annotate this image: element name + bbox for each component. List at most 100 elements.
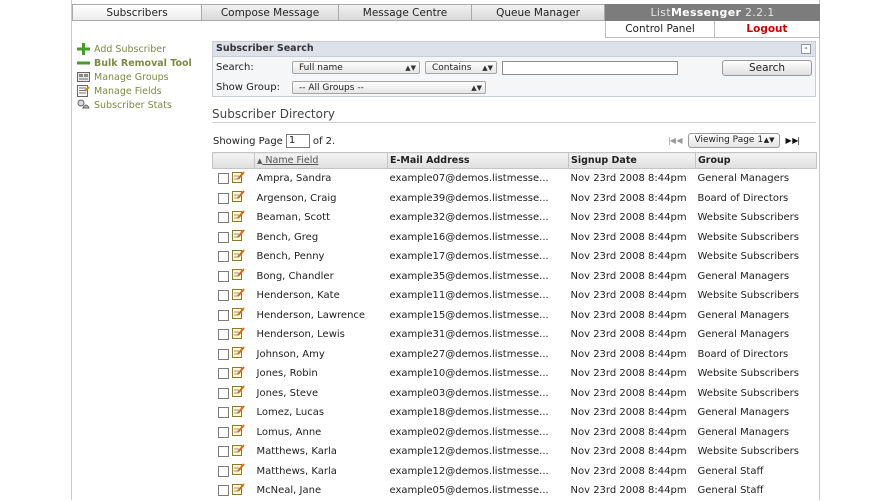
signup-date: Nov 23rd 2008 8:44pm	[570, 446, 687, 458]
row-checkbox[interactable]	[217, 348, 229, 360]
edit-icon[interactable]	[231, 405, 246, 417]
sidebar-item-label: Manage Groups	[94, 71, 169, 83]
edit-icon[interactable]	[231, 444, 246, 456]
control-panel-link[interactable]: Control Panel	[605, 21, 715, 38]
sidebar-item-manage-groups[interactable]: Manage Groups	[77, 70, 207, 84]
row-checkbox[interactable]	[217, 407, 229, 419]
row-checkbox[interactable]	[217, 212, 229, 224]
edit-icon[interactable]	[231, 171, 246, 183]
subscriber-email: example12@demos.listmesse...	[389, 446, 549, 458]
subscriber-name: Argenson, Craig	[256, 192, 337, 204]
row-checkbox[interactable]	[217, 446, 229, 458]
edit-icon[interactable]	[231, 346, 246, 359]
row-actions-cell	[213, 481, 255, 501]
row-checkbox[interactable]	[217, 387, 229, 399]
page-number-input[interactable]: 1	[285, 134, 310, 148]
subscriber-name: Matthews, Karla	[256, 465, 337, 477]
stats-icon	[77, 99, 90, 111]
edit-icon[interactable]	[231, 424, 246, 437]
table-row[interactable]: Johnson, Amy example27@demos.listmesse...…	[213, 345, 817, 365]
show-group-label: Show Group:	[216, 82, 280, 93]
table-row[interactable]: Bench, Penny example17@demos.listmesse...…	[213, 247, 817, 267]
edit-icon[interactable]	[231, 327, 246, 339]
select-arrows-icon: ▲▼	[405, 64, 416, 72]
row-checkbox[interactable]	[217, 251, 229, 263]
table-row[interactable]: Henderson, Lawrence example15@demos.listm…	[213, 306, 817, 326]
table-row[interactable]: Jones, Robin example10@demos.listmesse...…	[213, 364, 817, 384]
tab-message-centre[interactable]: Message Centre	[339, 4, 472, 21]
first-prev-page-icon[interactable]: |◀ ◀	[668, 136, 683, 145]
edit-icon[interactable]	[231, 463, 246, 476]
row-checkbox[interactable]	[217, 270, 229, 282]
table-row[interactable]: Argenson, Craig example39@demos.listmesse…	[213, 189, 817, 209]
row-checkbox[interactable]	[217, 309, 229, 321]
subscriber-name: Bench, Penny	[256, 251, 325, 263]
row-checkbox[interactable]	[217, 465, 229, 477]
table-row[interactable]: Henderson, Lewis example31@demos.listmess…	[213, 325, 817, 345]
edit-icon[interactable]	[231, 190, 246, 203]
search-field-select[interactable]: Full name ▲▼	[292, 61, 420, 74]
row-checkbox[interactable]	[217, 192, 229, 204]
signup-date: Nov 23rd 2008 8:44pm	[570, 407, 687, 419]
table-row[interactable]: Matthews, Karla example12@demos.listmesse…	[213, 462, 817, 482]
email-column-header[interactable]: E-Mail Address	[387, 152, 569, 169]
signup-date: Nov 23rd 2008 8:44pm	[570, 426, 687, 438]
tab-queue-manager[interactable]: Queue Manager	[472, 4, 605, 21]
table-row[interactable]: Lomez, Lucas example18@demos.listmesse...…	[213, 403, 817, 423]
group-column-header[interactable]: Group	[695, 152, 817, 169]
row-checkbox[interactable]	[217, 426, 229, 438]
viewing-page-select[interactable]: Viewing Page 1 ▲▼	[687, 133, 780, 148]
edit-icon[interactable]	[231, 249, 246, 261]
subscriber-email: example16@demos.listmesse...	[389, 231, 549, 243]
signup-date: Nov 23rd 2008 8:44pm	[570, 251, 687, 263]
table-row[interactable]: McNeal, Jane example05@demos.listmesse...…	[213, 481, 817, 501]
search-input[interactable]	[502, 61, 678, 75]
row-checkbox[interactable]	[217, 173, 229, 185]
edit-icon[interactable]	[231, 268, 246, 281]
row-checkbox[interactable]	[217, 290, 229, 302]
edit-icon[interactable]	[231, 385, 246, 398]
app-brand: ListMessenger 2.2.1	[605, 4, 820, 21]
signup-date: Nov 23rd 2008 8:44pm	[570, 212, 687, 224]
signup-date-column-header[interactable]: Signup Date	[568, 152, 696, 169]
edit-icon[interactable]	[231, 307, 246, 320]
name-column-header[interactable]: ▲ Name Field	[254, 152, 388, 169]
table-row[interactable]: Matthews, Karla example12@demos.listmesse…	[213, 442, 817, 462]
table-row[interactable]: Jones, Steve example03@demos.listmesse...…	[213, 384, 817, 404]
row-checkbox[interactable]	[217, 231, 229, 243]
sidebar-item-label: Subscriber Stats	[94, 99, 172, 111]
subscriber-name: Bong, Chandler	[256, 270, 334, 282]
row-checkbox[interactable]	[217, 329, 229, 341]
row-checkbox[interactable]	[217, 368, 229, 380]
next-last-page-icon[interactable]: ▶ ▶|	[786, 136, 801, 145]
table-row[interactable]: Henderson, Kate example11@demos.listmesse…	[213, 286, 817, 306]
tab-compose-message[interactable]: Compose Message	[202, 4, 339, 21]
sidebar-item-manage-fields[interactable]: Manage Fields	[77, 84, 207, 98]
brand-version: 2.2.1	[745, 6, 775, 19]
edit-icon[interactable]	[231, 483, 246, 495]
edit-icon[interactable]	[231, 210, 246, 222]
row-checkbox[interactable]	[217, 485, 229, 497]
logout-link[interactable]: Logout	[715, 21, 820, 38]
edit-icon[interactable]	[231, 288, 246, 300]
search-button[interactable]: Search	[722, 60, 812, 76]
sidebar-item-add-subscriber[interactable]: Add Subscriber	[77, 42, 207, 56]
tab-subscribers[interactable]: Subscribers	[72, 4, 202, 21]
sidebar: Add Subscriber Bulk Removal Tool Manage …	[77, 42, 207, 112]
group-select[interactable]: -- All Groups -- ▲▼	[292, 81, 486, 94]
table-row[interactable]: Lomus, Anne example02@demos.listmesse... N…	[213, 423, 817, 443]
collapse-icon[interactable]: –	[801, 44, 811, 54]
edit-icon[interactable]	[231, 366, 246, 378]
search-field-value: Full name	[299, 63, 343, 73]
search-operator-select[interactable]: Contains ▲▼	[425, 61, 497, 74]
table-row[interactable]: Beaman, Scott example32@demos.listmesse..…	[213, 208, 817, 228]
sidebar-item-bulk-removal[interactable]: Bulk Removal Tool	[77, 56, 207, 70]
table-row[interactable]: Bench, Greg example16@demos.listmesse... N…	[213, 228, 817, 248]
subscriber-group: Website Subscribers	[697, 387, 800, 399]
table-row[interactable]: Bong, Chandler example35@demos.listmesse.…	[213, 267, 817, 287]
edit-icon[interactable]	[231, 229, 246, 242]
subscriber-email: example11@demos.listmesse...	[389, 290, 549, 302]
sidebar-item-subscriber-stats[interactable]: Subscriber Stats	[77, 98, 207, 112]
subscriber-email: example10@demos.listmesse...	[389, 368, 549, 380]
table-row[interactable]: Ampra, Sandra example07@demos.listmesse..…	[213, 169, 817, 189]
